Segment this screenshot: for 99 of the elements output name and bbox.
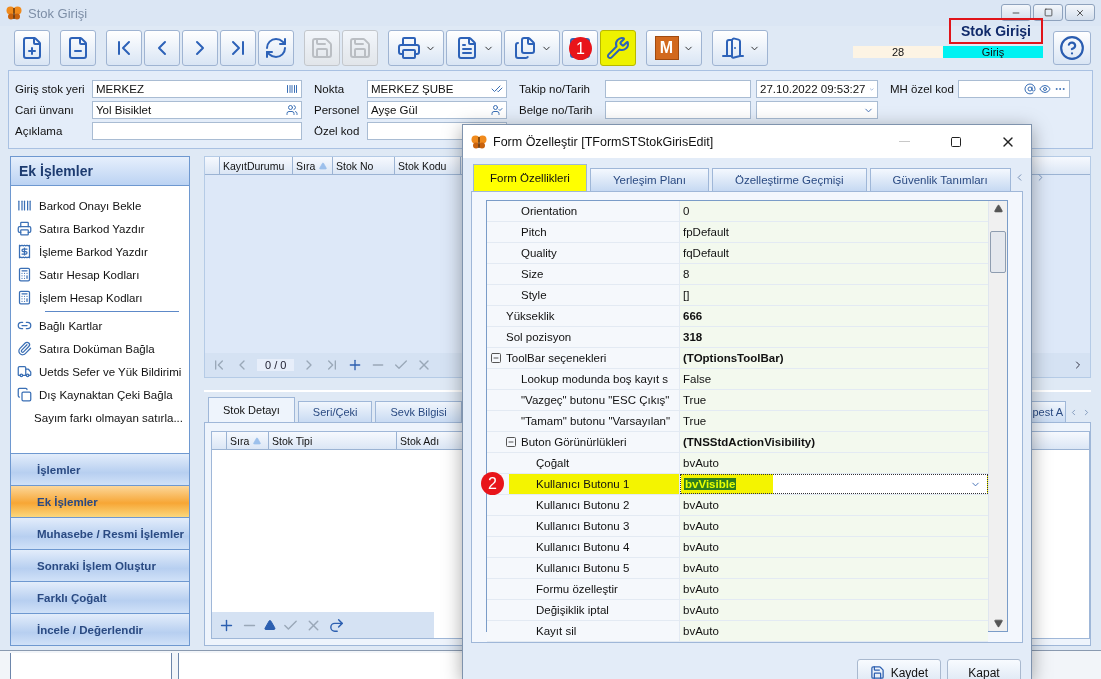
field-label: Takip no/Tarih: [519, 82, 591, 97]
column-header[interactable]: Sıra: [227, 432, 269, 449]
property-value: bvAuto: [683, 499, 719, 511]
section-button[interactable]: Muhasebe / Resmi İşlemler: [11, 517, 189, 549]
record-count: 28: [853, 46, 943, 58]
property-name: Kullanıcı Butonu 5: [536, 562, 630, 574]
tab[interactable]: Yerleşim Planı: [589, 168, 709, 191]
property-value: 318: [683, 331, 703, 343]
property-name: "Vazgeç" butonu "ESC Çıkış": [521, 394, 670, 406]
property-name: Kullanıcı Butonu 1: [536, 478, 630, 490]
property-name: Formu özelleştir: [536, 583, 618, 595]
tab[interactable]: Güvenlik Tanımları: [869, 168, 1011, 191]
property-value: bvAuto: [683, 625, 719, 637]
action-item[interactable]: İşleme Barkod Yazdır: [17, 240, 183, 263]
property-value: bvAuto: [683, 583, 719, 595]
section-button[interactable]: İşlemler: [11, 453, 189, 485]
section-button[interactable]: Ek İşlemler: [11, 485, 189, 517]
number-badge: 1: [569, 37, 592, 60]
action-item[interactable]: Barkod Onayı Bekle: [17, 194, 183, 217]
toolbar-button[interactable]: 1: [562, 30, 598, 66]
property-value: False: [683, 373, 712, 385]
column-header[interactable]: Stok Kodu: [395, 157, 461, 174]
date-dropdown[interactable]: 27.10.2022 09:53:27: [756, 80, 878, 98]
field-label: Açıklama: [15, 124, 64, 139]
property-name: Kullanıcı Butonu 2: [536, 499, 630, 511]
action-item[interactable]: Satıra Doküman Bağla: [17, 337, 183, 360]
window-title: Stok Girişi: [28, 5, 88, 21]
property-value: (TOptionsToolBar): [683, 352, 784, 364]
property-value: fqDefault: [683, 247, 730, 259]
action-item[interactable]: Dış Kaynaktan Çeki Bağla: [17, 383, 183, 406]
property-name: Quality: [521, 247, 557, 259]
property-name: Yükseklik: [506, 310, 555, 322]
property-value: fpDefault: [683, 226, 730, 238]
column-header[interactable]: Sıra: [293, 157, 333, 174]
field-label: MH özel kod: [890, 82, 953, 97]
tab[interactable]: Özelleştirme Geçmişi: [711, 168, 867, 191]
property-name: Sol pozisyon: [506, 331, 572, 343]
property-name: Orientation: [521, 205, 578, 217]
property-name: Kullanıcı Butonu 4: [536, 541, 630, 553]
tab[interactable]: Sevk Bilgisi: [375, 401, 462, 422]
property-value[interactable]: bvVisible: [684, 478, 737, 490]
close-dialog-button[interactable]: Kapat: [947, 659, 1021, 679]
text-field[interactable]: Ayşe Gül: [367, 101, 507, 119]
property-value: bvAuto: [683, 520, 719, 532]
property-value: 0: [683, 205, 690, 217]
field-label: Belge no/Tarih: [519, 103, 594, 118]
action-item[interactable]: Uetds Sefer ve Yük Bildirimi: [17, 360, 183, 383]
text-field[interactable]: MERKEZ ŞUBE: [367, 80, 507, 98]
property-value: bvAuto: [683, 457, 719, 469]
property-value: []: [683, 289, 690, 301]
text-field[interactable]: Yol Bisiklet: [92, 101, 302, 119]
field-label: Özel kod: [314, 124, 361, 139]
form-title: Stok Girişi: [948, 18, 1043, 44]
section-button[interactable]: Farklı Çoğalt: [11, 581, 189, 613]
action-item[interactable]: Sayım farkı olmayan satırla...: [17, 406, 183, 429]
property-name: Çoğalt: [536, 457, 570, 469]
property-name: Pitch: [521, 226, 547, 238]
mode-label: Giriş: [943, 46, 1043, 58]
panel-title: Ek İşlemler: [11, 157, 189, 186]
field-label: Personel: [314, 103, 361, 118]
column-header[interactable]: Stok No: [333, 157, 395, 174]
property-value: bvAuto: [683, 562, 719, 574]
dialog-title: Form Özelleştir [TFormSTStokGirisEdit]: [493, 134, 714, 149]
property-name: Style: [521, 289, 547, 301]
section-button[interactable]: İncele / Değerlendir: [11, 613, 189, 645]
action-item[interactable]: İşlem Hesap Kodları: [17, 286, 183, 309]
property-value: (TNSStdActionVisibility): [683, 436, 816, 448]
tab[interactable]: Stok Detayı: [208, 397, 295, 422]
column-header[interactable]: KayıtDurumu: [220, 157, 293, 174]
property-value: 666: [683, 310, 703, 322]
action-item[interactable]: Satır Hesap Kodları: [17, 263, 183, 286]
record-counter: 0 / 0: [257, 359, 295, 371]
property-name: "Tamam" butonu "Varsayılan": [521, 415, 671, 427]
property-name: Buton Görünürlükleri: [521, 436, 627, 448]
field-label: Giriş stok yeri: [15, 82, 86, 97]
property-name: Kullanıcı Butonu 3: [536, 520, 630, 532]
save-button[interactable]: Kaydet: [856, 659, 941, 679]
property-value: bvAuto: [683, 604, 719, 616]
column-header[interactable]: Stok Tipi: [269, 432, 397, 449]
property-value: 8: [683, 268, 690, 280]
logo-icon: M: [654, 36, 679, 60]
property-name: ToolBar seçenekleri: [506, 352, 607, 364]
field-label: Nokta: [314, 82, 346, 97]
property-value: True: [683, 394, 707, 406]
tab[interactable]: Seri/Çeki: [297, 401, 373, 422]
property-name: Lookup modunda boş kayıt s: [521, 373, 669, 385]
property-name: Size: [521, 268, 544, 280]
field-label: Cari ünvanı: [15, 103, 75, 118]
property-value: bvAuto: [683, 541, 719, 553]
action-item[interactable]: Bağlı Kartlar: [17, 314, 183, 337]
section-button[interactable]: Sonraki İşlem Oluştur: [11, 549, 189, 581]
property-name: Değişiklik iptal: [536, 604, 609, 616]
property-value: True: [683, 415, 707, 427]
property-name: Kayıt sil: [536, 625, 577, 637]
toolbar-button[interactable]: M: [646, 30, 702, 66]
action-item[interactable]: Satıra Barkod Yazdır: [17, 217, 183, 240]
number-badge: 2: [481, 472, 504, 495]
tab[interactable]: Form Özellikleri: [473, 164, 587, 191]
text-field[interactable]: MERKEZ: [92, 80, 302, 98]
